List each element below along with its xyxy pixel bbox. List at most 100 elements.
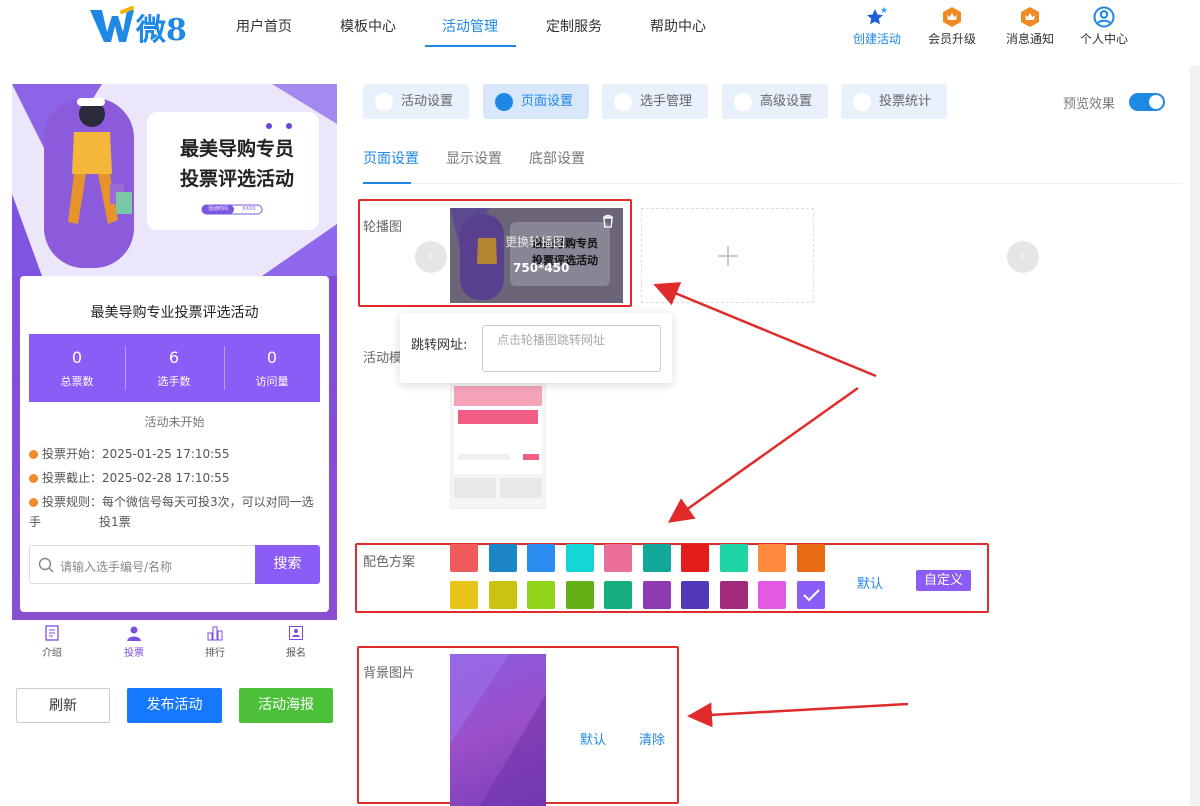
background-art <box>450 654 546 806</box>
person-icon <box>614 93 632 111</box>
color-swatch[interactable] <box>681 544 709 572</box>
color-scheme-label: 配色方案 <box>363 555 416 570</box>
crown-badge-icon <box>943 7 961 27</box>
heart-icon <box>375 93 393 111</box>
carousel-thumbnail[interactable]: 最美导购专员 投票评选活动 更换轮播图 750*450 <box>450 208 623 303</box>
activity-status: 活动未开始 <box>144 415 205 429</box>
check-icon <box>802 589 820 602</box>
create-activity-button[interactable]: 创建活动 <box>845 6 909 47</box>
publish-activity-button[interactable]: 发布活动 <box>127 688 222 723</box>
person-icon <box>127 626 141 641</box>
activity-title: 最美导购专业投票评选活动 <box>90 305 259 321</box>
stars-icon <box>867 7 887 25</box>
logo-text: 微8 <box>135 13 187 46</box>
color-default-button[interactable]: 默认 <box>857 573 883 592</box>
refresh-button[interactable]: 刷新 <box>16 688 110 723</box>
chevron-right-icon: › <box>1020 249 1026 264</box>
search-input[interactable]: 请输入选手编号/名称 <box>29 545 255 584</box>
color-swatch[interactable] <box>681 581 709 609</box>
link-label: 跳转网址: <box>411 338 468 353</box>
color-swatch[interactable] <box>758 544 786 572</box>
template-label: 活动模 <box>363 351 403 366</box>
banner-tag: 活动时间 <box>207 206 228 212</box>
color-swatch[interactable] <box>527 581 555 609</box>
notifications-label: 消息通知 <box>1005 32 1054 46</box>
nav-help[interactable]: 帮助中心 <box>650 16 706 36</box>
carousel-prev-button[interactable]: ‹ <box>415 241 447 273</box>
arrow-to-template <box>667 386 859 523</box>
arrow-to-background <box>687 702 909 728</box>
tab-intro[interactable]: 介绍 <box>22 625 82 659</box>
color-swatch[interactable] <box>527 544 555 572</box>
grid-icon <box>495 93 513 111</box>
tab-ranking[interactable]: 排行 <box>185 625 245 659</box>
nav-home[interactable]: 用户首页 <box>236 16 292 36</box>
tool-icon <box>734 93 752 111</box>
notifications-button[interactable]: 消息通知 <box>998 6 1062 47</box>
color-swatch[interactable] <box>642 544 671 572</box>
color-swatch[interactable] <box>796 581 825 609</box>
user-center-button[interactable]: 个人中心 <box>1072 6 1136 47</box>
color-swatch[interactable] <box>719 581 748 609</box>
stat-visits: 0 访问量 <box>255 348 289 388</box>
crown-badge-icon <box>1021 7 1039 27</box>
color-swatch[interactable] <box>488 581 517 609</box>
color-swatch[interactable] <box>719 544 748 572</box>
tab-contestant-management[interactable]: 选手管理 <box>602 84 708 119</box>
nav-activity-management[interactable]: 活动管理 <box>442 16 498 36</box>
member-upgrade-button[interactable]: 会员升级 <box>920 6 984 47</box>
subtab-display-settings[interactable]: 显示设置 <box>446 148 502 168</box>
color-swatch[interactable] <box>565 581 594 609</box>
template-thumbnail[interactable] <box>450 381 546 509</box>
background-clear-button[interactable]: 清除 <box>639 729 665 748</box>
tab-page-settings[interactable]: 页面设置 <box>483 84 589 119</box>
tab-vote-statistics[interactable]: 投票统计 <box>841 84 947 119</box>
background-default-button[interactable]: 默认 <box>580 729 606 748</box>
subtab-page-settings[interactable]: 页面设置 <box>363 148 419 168</box>
subtab-indicator <box>363 182 411 184</box>
rule-vote: 投票规则：每个微信号每天可投3次，可以对同一选手 <box>29 495 314 529</box>
chevron-left-icon: ‹ <box>428 249 434 264</box>
link-url-placeholder: 点击轮播图跳转网址 <box>497 333 606 347</box>
member-upgrade-label: 会员升级 <box>927 32 976 46</box>
search-button[interactable]: 搜索 <box>255 545 320 584</box>
preview-effect-toggle[interactable] <box>1129 93 1165 111</box>
color-swatch[interactable] <box>604 544 632 572</box>
color-custom-button[interactable]: 自定义 <box>916 570 971 591</box>
color-swatch[interactable] <box>565 544 594 572</box>
add-carousel-image-button[interactable] <box>641 208 814 303</box>
color-swatch[interactable] <box>604 581 632 609</box>
preview-effect-label: 预览效果 <box>1063 97 1116 112</box>
rule-vote-cont: 投1票 <box>99 515 131 529</box>
color-swatch[interactable] <box>642 581 671 609</box>
id-card-icon <box>289 626 303 640</box>
carousel-next-button[interactable]: › <box>1007 241 1039 273</box>
rule-start: 投票开始：2025-01-25 17:10:55 <box>29 444 229 464</box>
tab-signup[interactable]: 报名 <box>266 625 326 659</box>
chart-icon <box>853 93 871 111</box>
document-icon <box>45 625 59 641</box>
color-swatch[interactable] <box>450 581 478 609</box>
logo[interactable]: 微8 <box>88 6 188 48</box>
link-url-input[interactable]: 点击轮播图跳转网址 <box>482 325 661 372</box>
rule-end: 投票截止：2025-02-28 17:10:55 <box>29 468 229 488</box>
color-swatch[interactable] <box>488 544 517 572</box>
search-placeholder: 请输入选手编号/名称 <box>60 560 173 574</box>
nav-custom-service[interactable]: 定制服务 <box>546 16 602 36</box>
plus-icon <box>718 246 738 266</box>
ranking-icon <box>207 626 223 641</box>
activity-poster-button[interactable]: 活动海报 <box>239 688 333 723</box>
background-label: 背景图片 <box>363 666 416 681</box>
tab-advanced-settings[interactable]: 高级设置 <box>722 84 828 119</box>
subtab-footer-settings[interactable]: 底部设置 <box>529 148 585 168</box>
tab-activity-settings[interactable]: 活动设置 <box>363 84 469 119</box>
background-thumbnail[interactable] <box>450 654 546 806</box>
scrollbar[interactable] <box>1190 66 1200 806</box>
tab-vote[interactable]: 投票 <box>104 625 164 659</box>
color-swatch[interactable] <box>758 581 786 609</box>
color-swatch[interactable] <box>450 544 478 572</box>
replace-carousel-text[interactable]: 更换轮播图 <box>505 233 565 250</box>
color-swatch[interactable] <box>796 544 825 572</box>
nav-templates[interactable]: 模板中心 <box>340 16 396 36</box>
trash-icon[interactable] <box>601 214 615 228</box>
